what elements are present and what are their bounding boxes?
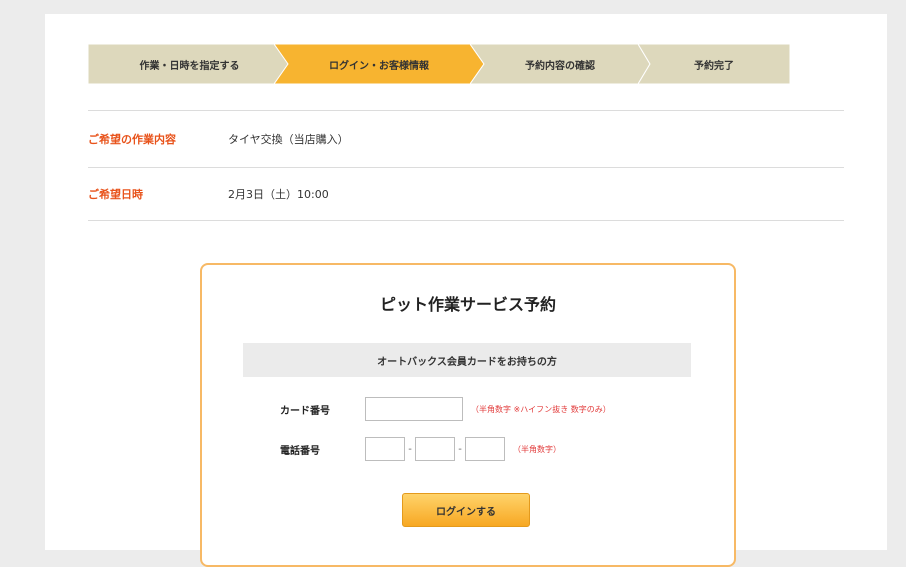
work-row: ご希望の作業内容 タイヤ交換（当店購入） <box>88 110 844 167</box>
step-1: 作業・日時を指定する <box>88 44 291 84</box>
date-value: 2月3日（土）10:00 <box>228 188 329 201</box>
work-label: ご希望の作業内容 <box>88 133 176 146</box>
step-4-label: 予約完了 <box>694 60 734 72</box>
step-2-label: ログイン・お客様情報 <box>329 60 429 72</box>
work-value: タイヤ交換（当店購入） <box>228 133 349 146</box>
date-row: ご希望日時 2月3日（土）10:00 <box>88 167 844 221</box>
phone-input-2[interactable] <box>415 437 455 461</box>
step-3: 予約内容の確認 <box>470 44 650 84</box>
phone-separator-2: - <box>458 443 462 455</box>
login-box: ピット作業サービス予約 オートバックス会員カードをお持ちの方 カード番号 （半角… <box>200 263 736 567</box>
phone-row: 電話番号 - - （半角数字） <box>280 437 561 461</box>
phone-label: 電話番号 <box>280 445 320 457</box>
step-2: ログイン・お客様情報 <box>274 44 484 84</box>
reservation-summary: ご希望の作業内容 タイヤ交換（当店購入） ご希望日時 2月3日（土）10:00 <box>88 110 844 221</box>
step-4: 予約完了 <box>638 44 790 84</box>
card-number-note: （半角数字 ※ハイフン抜き 数字のみ） <box>471 404 611 414</box>
card-number-label: カード番号 <box>280 405 330 417</box>
phone-input-3[interactable] <box>465 437 505 461</box>
phone-separator-1: - <box>408 443 412 455</box>
step-indicator: 作業・日時を指定する ログイン・お客様情報 予約内容の確認 予約完了 <box>88 44 790 84</box>
member-card-banner: オートバックス会員カードをお持ちの方 <box>243 343 691 377</box>
step-3-label: 予約内容の確認 <box>525 60 595 72</box>
card-number-input[interactable] <box>365 397 463 421</box>
step-1-label: 作業・日時を指定する <box>139 60 240 72</box>
login-button[interactable]: ログインする <box>402 493 530 527</box>
date-label: ご希望日時 <box>88 188 143 201</box>
login-title: ピット作業サービス予約 <box>379 295 556 314</box>
card-number-row: カード番号 （半角数字 ※ハイフン抜き 数字のみ） <box>280 397 611 421</box>
reservation-page: 作業・日時を指定する ログイン・お客様情報 予約内容の確認 予約完了 ご希望の作… <box>45 14 887 567</box>
phone-note: （半角数字） <box>513 444 561 454</box>
phone-input-1[interactable] <box>365 437 405 461</box>
